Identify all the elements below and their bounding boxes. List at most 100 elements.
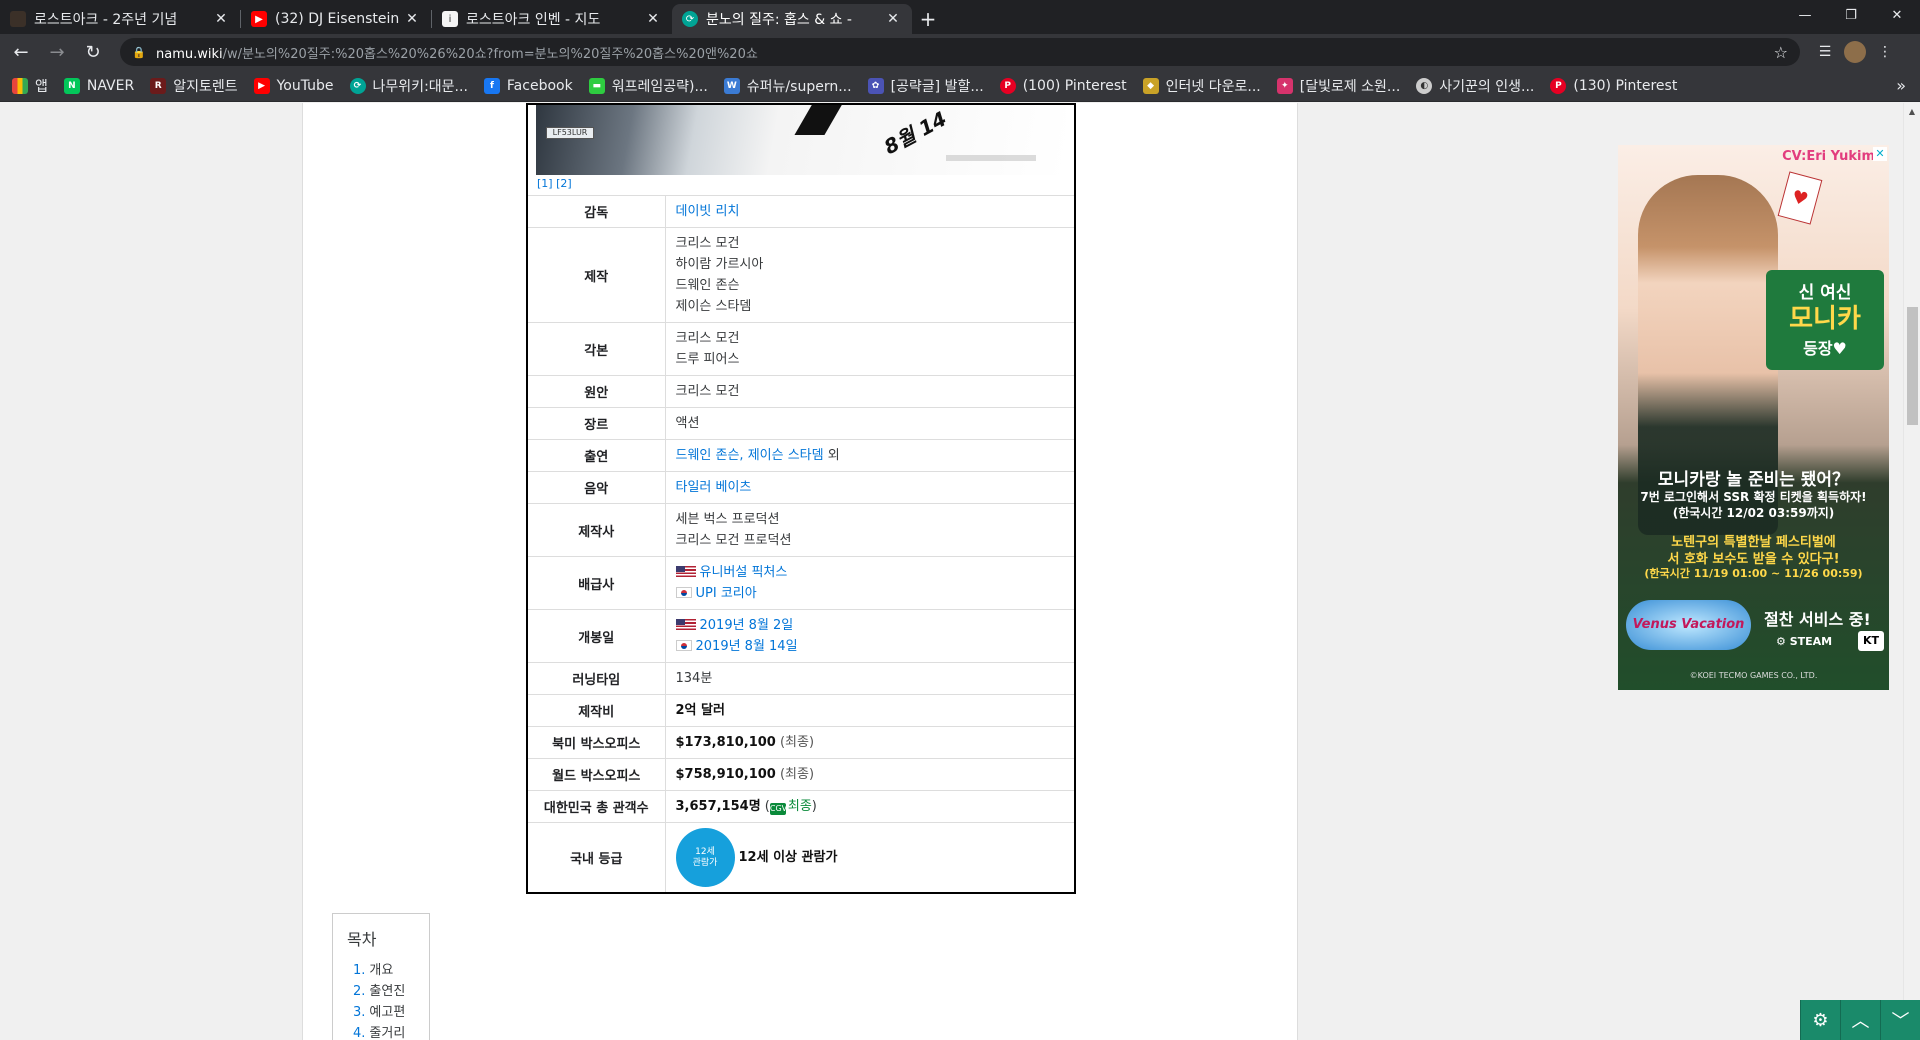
chat-bubble-icon: ▬	[588, 77, 605, 94]
pinterest-icon: P	[1550, 77, 1567, 94]
close-tab-icon[interactable]: ✕	[403, 11, 421, 27]
infobox-key: 개봉일	[528, 609, 666, 663]
infobox-value: 크리스 모건	[665, 375, 1074, 408]
namuwiki-icon: ⟳	[349, 77, 366, 94]
infobox-value: 2억 달러	[665, 694, 1074, 727]
bookmark-label: NAVER	[86, 77, 135, 94]
rating-text: 12세 이상 관람가	[738, 850, 838, 865]
scroll-up-arrow-icon[interactable]: ▲	[1904, 103, 1920, 120]
infobox-value-line: 2019년 8월 2일	[675, 615, 1065, 636]
bookmark-naver[interactable]: N NAVER	[63, 77, 135, 94]
poster-image[interactable]: LF53LUR 8월 14	[536, 105, 1066, 175]
wiki-link[interactable]: UPI 코리아	[696, 586, 757, 601]
bookmark-moonlight[interactable]: ✦ [달빛로제 소원...	[1276, 76, 1400, 96]
lock-icon[interactable]: 🔒	[132, 46, 146, 59]
advertisement-banner[interactable]: ♥ CV:Eri Yukim ✕ 신 여신 모니카 등장♥ 모니카랑 놀 준비는…	[1618, 145, 1889, 690]
bookmark-swindler[interactable]: ◐ 사기꾼의 인생...	[1416, 76, 1534, 96]
toc-number[interactable]: 2.	[353, 984, 365, 999]
close-tab-icon[interactable]: ✕	[212, 11, 230, 27]
bookmark-download[interactable]: ◆ 인터넷 다운로...	[1142, 76, 1261, 96]
bookmark-youtube[interactable]: ▶ YouTube	[253, 77, 334, 94]
bookmark-pinterest-100[interactable]: P (100) Pinterest	[999, 77, 1127, 94]
infobox-value-line: 크리스 모건 프로덕션	[676, 530, 1065, 551]
bookmark-label: 앱	[35, 78, 48, 95]
reload-icon[interactable]: ↻	[78, 37, 108, 67]
infobox-row: 원안 크리스 모건	[528, 375, 1074, 408]
infobox-value: 유니버설 픽처스 UPI 코리아	[665, 556, 1074, 610]
wiki-link[interactable]: 타일러 베이츠	[676, 480, 752, 495]
rating-12-badge: 12세 관람가	[675, 828, 735, 887]
license-plate: LF53LUR	[546, 127, 594, 139]
value-text: 크리스 모건	[675, 236, 740, 251]
infobox-value-line: 2억 달러	[676, 700, 1065, 721]
browser-tab-4-active[interactable]: ⟳ 분노의 질주: 홉스 & 쇼 - ✕	[672, 4, 912, 34]
bookmark-star-icon[interactable]: ☆	[1774, 43, 1788, 62]
toc-number[interactable]: 4.	[353, 1026, 365, 1040]
bookmark-label: (130) Pinterest	[1573, 77, 1678, 94]
wiki-link[interactable]: 드웨인 존슨, 제이슨 스타뎀	[676, 448, 824, 463]
browser-tab-1[interactable]: 로스트아크 - 2주년 기념 ✕	[0, 4, 240, 34]
facebook-icon: f	[483, 77, 500, 94]
value-text: 액션	[675, 416, 700, 431]
toc-item[interactable]: 1. 개요	[347, 960, 415, 981]
wordpress-icon: W	[723, 77, 740, 94]
restore-icon[interactable]: ❐	[1828, 0, 1874, 30]
infobox-value: 2019년 8월 2일 2019년 8월 14일	[665, 609, 1074, 663]
bookmark-supernew[interactable]: W 슈퍼뉴/supern...	[723, 76, 852, 96]
wiki-link[interactable]: 유니버설 픽처스	[700, 565, 788, 580]
wiki-link[interactable]: 데이빗 리치	[676, 204, 740, 219]
new-tab-button[interactable]: +	[912, 4, 944, 34]
address-url[interactable]: namu.wiki/w/분노의%20질주:%20홉스%20%26%20쇼?fro…	[156, 43, 1774, 62]
toc-label: 개요	[369, 963, 394, 978]
address-bar[interactable]: 🔒 namu.wiki/w/분노의%20질주:%20홉스%20%26%20쇼?f…	[120, 38, 1800, 66]
infobox-value-line: 데이빗 리치	[676, 201, 1065, 222]
profile-avatar[interactable]	[1840, 37, 1870, 67]
toc-number[interactable]: 3.	[353, 1005, 365, 1020]
back-arrow-icon[interactable]: ←	[6, 37, 36, 67]
bookmark-facebook[interactable]: f Facebook	[483, 77, 573, 94]
wiki-link[interactable]: 2019년 8월 2일	[700, 618, 794, 633]
article-content: LF53LUR 8월 14 [1] [2] 감독 데이빗 리치 제작 크리스 모건 하이…	[302, 103, 1889, 1040]
flag-kr-icon	[675, 587, 692, 598]
bookmark-warframe[interactable]: ▬ 워프레임공략)...	[588, 76, 708, 96]
ad-line: (한국시간 11/19 01:00 ~ 11/26 00:59)	[1644, 567, 1863, 580]
bookmarks-overflow-icon[interactable]: »	[1896, 76, 1906, 95]
scroll-bottom-icon[interactable]: ﹀	[1880, 1000, 1920, 1040]
bookmark-guide[interactable]: ✿ [공략글] 발할...	[867, 76, 984, 96]
scrollbar-thumb[interactable]	[1907, 307, 1918, 425]
browser-tab-2[interactable]: ▶ (32) DJ Eisenstein - Cho E ✕	[241, 4, 431, 34]
ad-close-icon[interactable]: ✕	[1873, 147, 1887, 161]
vertical-scrollbar[interactable]: ▲	[1903, 103, 1920, 1040]
infobox-value: 134분	[665, 662, 1074, 695]
infobox-row: 음악 타일러 베이츠	[528, 471, 1074, 504]
toc-item[interactable]: 4. 줄거리	[347, 1023, 415, 1040]
bookmark-torrent[interactable]: R 알지토렌트	[150, 76, 238, 96]
scroll-top-icon[interactable]: ︿	[1840, 1000, 1880, 1040]
toc-item[interactable]: 2. 출연진	[347, 981, 415, 1002]
toc-label: 줄거리	[369, 1026, 406, 1040]
close-window-icon[interactable]: ✕	[1874, 0, 1920, 30]
wiki-link[interactable]: 2019년 8월 14일	[696, 639, 798, 654]
lostark-favicon-icon	[10, 11, 26, 27]
reading-list-icon[interactable]: ☰	[1810, 37, 1840, 67]
close-tab-icon[interactable]: ✕	[884, 11, 902, 27]
infobox-value-line: 크리스 모건	[676, 328, 1065, 349]
close-tab-icon[interactable]: ✕	[644, 11, 662, 27]
bookmarks-bar: 앱 N NAVER R 알지토렌트 ▶ YouTube ⟳ 나무위키:대문... f Fa…	[0, 70, 1920, 102]
bookmark-namuwiki[interactable]: ⟳ 나무위키:대문...	[349, 76, 468, 96]
menu-kebab-icon[interactable]: ⋮	[1870, 37, 1900, 67]
toc-item[interactable]: 3. 예고편	[347, 1002, 415, 1023]
infobox-row: 북미 박스오피스 $173,810,100 (최종)	[528, 726, 1074, 759]
toc-number[interactable]: 1.	[353, 963, 365, 978]
bookmark-label: (100) Pinterest	[1022, 77, 1127, 94]
bookmark-apps[interactable]: 앱	[12, 76, 48, 96]
infobox-row: 각본 크리스 모건 드루 피어스	[528, 322, 1074, 376]
audience-count: 3,657,154명	[675, 799, 761, 814]
settings-gear-icon[interactable]: ⚙	[1800, 1000, 1840, 1040]
steam-label: STEAM	[1789, 635, 1833, 648]
footnote-refs[interactable]: [1] [2]	[528, 175, 1074, 195]
browser-tab-3[interactable]: i 로스트아크 인벤 - 지도 ✕	[432, 4, 672, 34]
forward-arrow-icon[interactable]: →	[42, 37, 72, 67]
minimize-icon[interactable]: —	[1782, 0, 1828, 30]
bookmark-pinterest-130[interactable]: P (130) Pinterest	[1550, 77, 1678, 94]
